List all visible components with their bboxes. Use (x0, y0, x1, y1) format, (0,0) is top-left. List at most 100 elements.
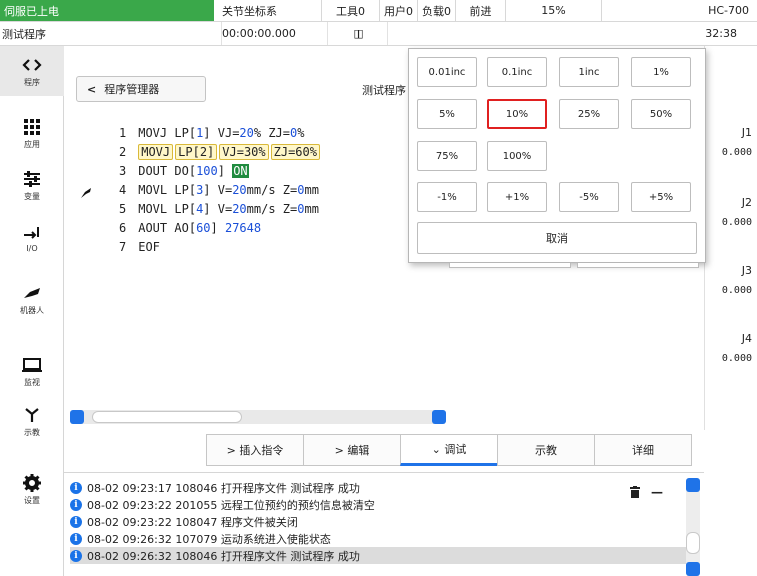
increment-option[interactable]: -5% (559, 182, 619, 212)
speed-indicator[interactable]: 15% (506, 0, 602, 21)
increment-option[interactable]: 0.01inc (417, 57, 477, 87)
tool-selector[interactable]: 工具0 (322, 0, 380, 21)
sidebar-label: I/O (26, 243, 38, 253)
sidebar-item-monitor[interactable]: 监视 (0, 346, 64, 396)
sliders-icon (23, 169, 41, 189)
insert-instruction-button[interactable]: > 插入指令 (206, 434, 304, 466)
increment-option[interactable]: 0.1inc (487, 57, 547, 87)
scroll-left-button[interactable] (70, 410, 84, 424)
scrollbar-thumb[interactable] (92, 411, 242, 423)
teach-button[interactable]: 示教 (497, 434, 595, 466)
editor-horizontal-scrollbar[interactable] (70, 408, 446, 426)
code-line-6[interactable]: 6 AOUT AO[60] 27648 (119, 219, 322, 238)
debug-button[interactable]: ⌄ 调试 (400, 434, 498, 466)
token-lp2[interactable]: LP[2] (175, 144, 218, 160)
sidebar-item-io[interactable]: I/O (0, 212, 64, 262)
program-editor: < 程序管理器 测试程序 1 MOVJ LP[1] VJ=20% ZJ=0% 2… (64, 46, 444, 431)
robot-cursor-icon (80, 186, 92, 203)
sidebar-item-settings[interactable]: 设置 (0, 464, 64, 514)
increment-option-selected[interactable]: 10% (487, 99, 547, 129)
code-line-4[interactable]: 4 MOVL LP[3] V=20mm/s Z=0mm (119, 181, 322, 200)
increment-option[interactable]: -1% (417, 182, 477, 212)
increment-option[interactable]: 5% (417, 99, 477, 129)
log-entry[interactable]: i 08-02 09:23:17 108046 打开程序文件 测试程序 成功 (70, 479, 360, 496)
log-entry-selected[interactable]: i 08-02 09:26:32 108046 打开程序文件 测试程序 成功 (70, 547, 690, 564)
minimize-icon[interactable]: — (648, 483, 666, 501)
scroll-down-button[interactable] (686, 562, 700, 576)
log-entry[interactable]: i 08-02 09:23:22 108047 程序文件被关闭 (70, 513, 298, 530)
hidden-button-edge (577, 263, 699, 268)
code-line-2[interactable]: 2 MOVJ LP[2] VJ=30% ZJ=60% (119, 143, 322, 162)
increment-option[interactable]: 25% (559, 99, 619, 129)
sidebar-label: 程序 (24, 77, 40, 87)
program-status-bar: 测试程序 00:00:00.000 ▯▯ 32:38 (0, 22, 757, 46)
increment-option[interactable]: 75% (417, 141, 477, 171)
apps-grid-icon (24, 117, 40, 137)
run-timer: 00:00:00.000 (222, 22, 328, 45)
increment-option[interactable]: +5% (631, 182, 691, 212)
load-selector[interactable]: 负载0 (418, 0, 456, 21)
joint-position-panel: J1 0.000 J2 0.000 J3 0.000 J4 0.000 (704, 46, 757, 430)
coordinate-system[interactable]: 关节坐标系 (214, 0, 322, 21)
sidebar-item-robot[interactable]: 机器人 (0, 274, 64, 324)
status-bar: 伺服已上电 关节坐标系 工具0 用户0 负载0 前进 15% HC-700 (0, 0, 757, 22)
joint-j3: J3 0.000 (721, 264, 752, 296)
monitor-icon (22, 355, 42, 375)
token-movj[interactable]: MOVJ (138, 144, 174, 160)
robot-arm-icon (22, 283, 42, 303)
joint-j1: J1 0.000 (721, 126, 752, 158)
current-program: 测试程序 (0, 22, 222, 45)
increment-option[interactable]: 50% (631, 99, 691, 129)
sidebar-label: 变量 (24, 191, 40, 201)
program-manager-button[interactable]: < 程序管理器 (76, 76, 206, 102)
token-zj[interactable]: ZJ=60% (270, 144, 320, 160)
log-vertical-scrollbar[interactable] (684, 478, 702, 576)
back-chevron-icon: < (87, 82, 97, 96)
editor-toolbar: > 插入指令 > 编辑 ⌄ 调试 示教 详细 (206, 434, 692, 466)
gear-icon (23, 473, 41, 493)
sidebar-item-program[interactable]: 程序 (0, 46, 64, 96)
clear-log-icon[interactable] (626, 483, 644, 501)
scroll-right-button[interactable] (432, 410, 446, 424)
code-line-3[interactable]: 3 DOUT DO[100] ON (119, 162, 322, 181)
info-icon: i (70, 532, 82, 545)
sidebar-label: 设置 (24, 495, 40, 505)
sidebar-label: 示教 (24, 427, 40, 437)
sidebar-item-teach[interactable]: 示教 (0, 396, 64, 446)
log-entry[interactable]: i 08-02 09:26:32 107079 运动系统进入使能状态 (70, 530, 331, 547)
edit-button[interactable]: > 编辑 (303, 434, 401, 466)
pause-icon[interactable]: ▯▯ (328, 22, 388, 45)
code-line-7[interactable]: 7 EOF (119, 238, 322, 257)
code-line-1[interactable]: 1 MOVJ LP[1] VJ=20% ZJ=0% (119, 124, 322, 143)
teach-pendant-icon (24, 405, 40, 425)
detail-button[interactable]: 详细 (594, 434, 692, 466)
log-entry[interactable]: i 08-02 09:23:22 201055 远程工位预约的预约信息被清空 (70, 496, 375, 513)
token-vj[interactable]: VJ=30% (219, 144, 269, 160)
code-line-5[interactable]: 5 MOVL LP[4] V=20mm/s Z=0mm (119, 200, 322, 219)
robot-model: HC-700 (708, 4, 749, 17)
code-brackets-icon (22, 55, 42, 75)
user-frame-selector[interactable]: 用户0 (380, 0, 418, 21)
code-listing[interactable]: 1 MOVJ LP[1] VJ=20% ZJ=0% 2 MOVJ LP[2] VJ=… (119, 124, 322, 257)
sidebar-item-apps[interactable]: 应用 (0, 108, 64, 158)
joint-j2: J2 0.000 (721, 196, 752, 228)
sidebar-label: 机器人 (20, 305, 44, 315)
info-icon: i (70, 515, 82, 528)
sidebar-label: 监视 (24, 377, 40, 387)
increment-option[interactable]: +1% (487, 182, 547, 212)
info-icon: i (70, 481, 82, 494)
sidebar-label: 应用 (24, 139, 40, 149)
program-title: 测试程序 (362, 84, 406, 97)
scrollbar-thumb[interactable] (686, 532, 700, 554)
program-manager-label: 程序管理器 (104, 83, 160, 96)
cancel-button[interactable]: 取消 (417, 222, 697, 254)
message-log: i 08-02 09:23:17 108046 打开程序文件 测试程序 成功 i… (64, 472, 704, 576)
scroll-up-button[interactable] (686, 478, 700, 492)
clock-time: 32:38 (705, 27, 737, 40)
increment-option[interactable]: 100% (487, 141, 547, 171)
direction-indicator[interactable]: 前进 (456, 0, 506, 21)
sidebar-item-variables[interactable]: 变量 (0, 160, 64, 210)
increment-option[interactable]: 1% (631, 57, 691, 87)
increment-option[interactable]: 1inc (559, 57, 619, 87)
servo-power-status: 伺服已上电 (0, 0, 214, 21)
